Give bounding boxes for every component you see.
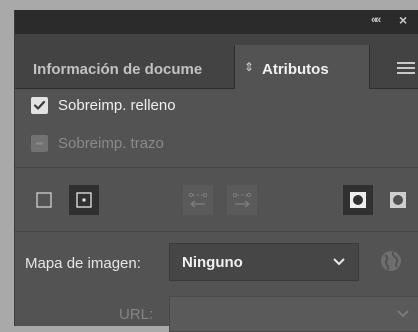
panel-tab-bar: Información de docume ⇕ Atributos (15, 34, 418, 89)
tab-arrows-icon: ⇕ (244, 60, 255, 74)
overprint-fill-row[interactable]: Sobreimp. relleno (31, 97, 231, 119)
show-center-on-icon[interactable] (69, 185, 99, 215)
reverse-path-direction-off-icon (183, 185, 213, 215)
overprint-stroke-checkbox (31, 135, 48, 152)
panel-title-bar: «« × (15, 10, 418, 34)
attributes-panel: «« × Información de docume ⇕ Atributos S… (14, 10, 418, 332)
chevron-down-icon (397, 310, 409, 318)
url-input (169, 296, 418, 332)
tab-document-info[interactable]: Información de docume (33, 61, 202, 78)
image-map-dropdown[interactable]: Ninguno (169, 243, 359, 281)
image-map-label: Mapa de imagen: (25, 255, 141, 272)
hamburger-menu-icon[interactable] (397, 62, 415, 77)
even-odd-fill-rule-icon[interactable] (383, 185, 413, 215)
double-chevron-icon[interactable]: «« (371, 14, 381, 26)
tab-attributes-label: Atributos (262, 61, 329, 78)
checkbox-empty-icon (36, 142, 43, 145)
overprint-stroke-row: Sobreimp. trazo (31, 135, 231, 157)
checkmark-icon (33, 100, 46, 110)
nonzero-winding-fill-rule-icon[interactable] (343, 185, 373, 215)
image-map-value: Ninguno (182, 254, 243, 271)
tab-attributes[interactable]: ⇕ Atributos (234, 45, 370, 89)
show-center-off-icon[interactable] (29, 185, 59, 215)
overprint-stroke-label: Sobreimp. trazo (58, 135, 164, 152)
url-label: URL: (119, 306, 154, 323)
globe-icon (379, 249, 403, 273)
reverse-path-direction-on-icon (227, 185, 257, 215)
chevron-down-icon (333, 258, 345, 266)
divider (15, 231, 418, 232)
close-icon[interactable]: × (399, 12, 407, 28)
overprint-fill-checkbox[interactable] (31, 97, 48, 114)
overprint-fill-label: Sobreimp. relleno (58, 97, 176, 114)
divider (15, 167, 418, 168)
